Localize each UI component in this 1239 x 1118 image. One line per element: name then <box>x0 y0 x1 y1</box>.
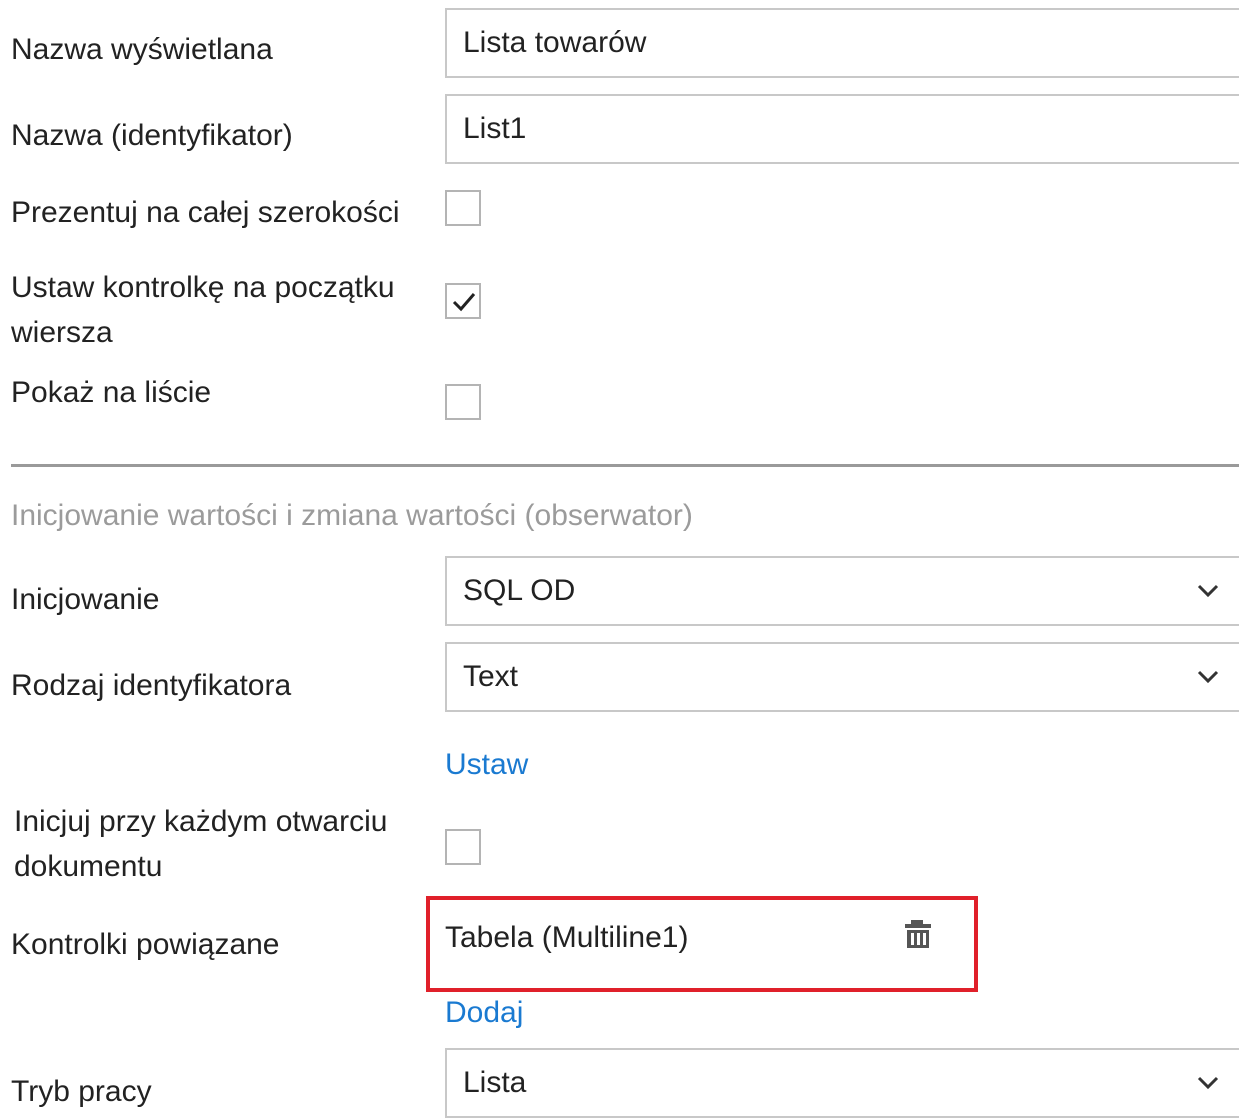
row-start-label-line1: Ustaw kontrolkę na początku <box>11 271 395 304</box>
work-mode-selected: Lista <box>463 1066 527 1099</box>
row-start-checkbox[interactable] <box>445 283 481 319</box>
full-width-checkbox[interactable] <box>445 190 481 226</box>
id-type-selected: Text <box>463 660 519 693</box>
chevron-down-icon <box>1197 1076 1219 1090</box>
init-on-open-label-line1: Inicjuj przy każdym otwarciu <box>14 805 388 838</box>
work-mode-label: Tryb pracy <box>11 1075 152 1108</box>
init-select[interactable]: SQL OD <box>445 556 1239 626</box>
identifier-label: Nazwa (identyfikator) <box>11 119 293 152</box>
related-controls-label: Kontrolki powiązane <box>11 928 280 961</box>
section-divider <box>11 464 1239 467</box>
init-selected: SQL OD <box>463 574 576 607</box>
display-name-label: Nazwa wyświetlana <box>11 33 273 66</box>
id-type-label: Rodzaj identyfikatora <box>11 669 292 702</box>
display-name-input[interactable]: Lista towarów <box>445 8 1239 78</box>
init-on-open-label-line2: dokumentu <box>14 850 163 883</box>
id-type-select[interactable]: Text <box>445 642 1239 712</box>
init-on-open-checkbox[interactable] <box>445 829 481 865</box>
section-title: Inicjowanie wartości i zmiana wartości (… <box>11 499 693 532</box>
add-link[interactable]: Dodaj <box>445 993 523 1033</box>
init-label: Inicjowanie <box>11 583 160 616</box>
show-in-list-label: Pokaż na liście <box>11 376 212 409</box>
display-name-value: Lista towarów <box>463 26 647 59</box>
chevron-down-icon <box>1197 670 1219 684</box>
identifier-value: List1 <box>463 112 527 145</box>
chevron-down-icon <box>1197 584 1219 598</box>
show-in-list-checkbox[interactable] <box>445 384 481 420</box>
delete-related-button[interactable] <box>902 918 934 952</box>
check-icon <box>452 293 476 312</box>
identifier-input[interactable]: List1 <box>445 94 1239 164</box>
work-mode-select[interactable]: Lista <box>445 1048 1239 1118</box>
set-link[interactable]: Ustaw <box>445 745 528 785</box>
full-width-label: Prezentuj na całej szerokości <box>11 196 400 229</box>
trash-icon <box>905 920 931 948</box>
row-start-label-line2: wiersza <box>11 316 113 349</box>
related-item-name: Tabela (Multiline1) <box>445 921 689 954</box>
